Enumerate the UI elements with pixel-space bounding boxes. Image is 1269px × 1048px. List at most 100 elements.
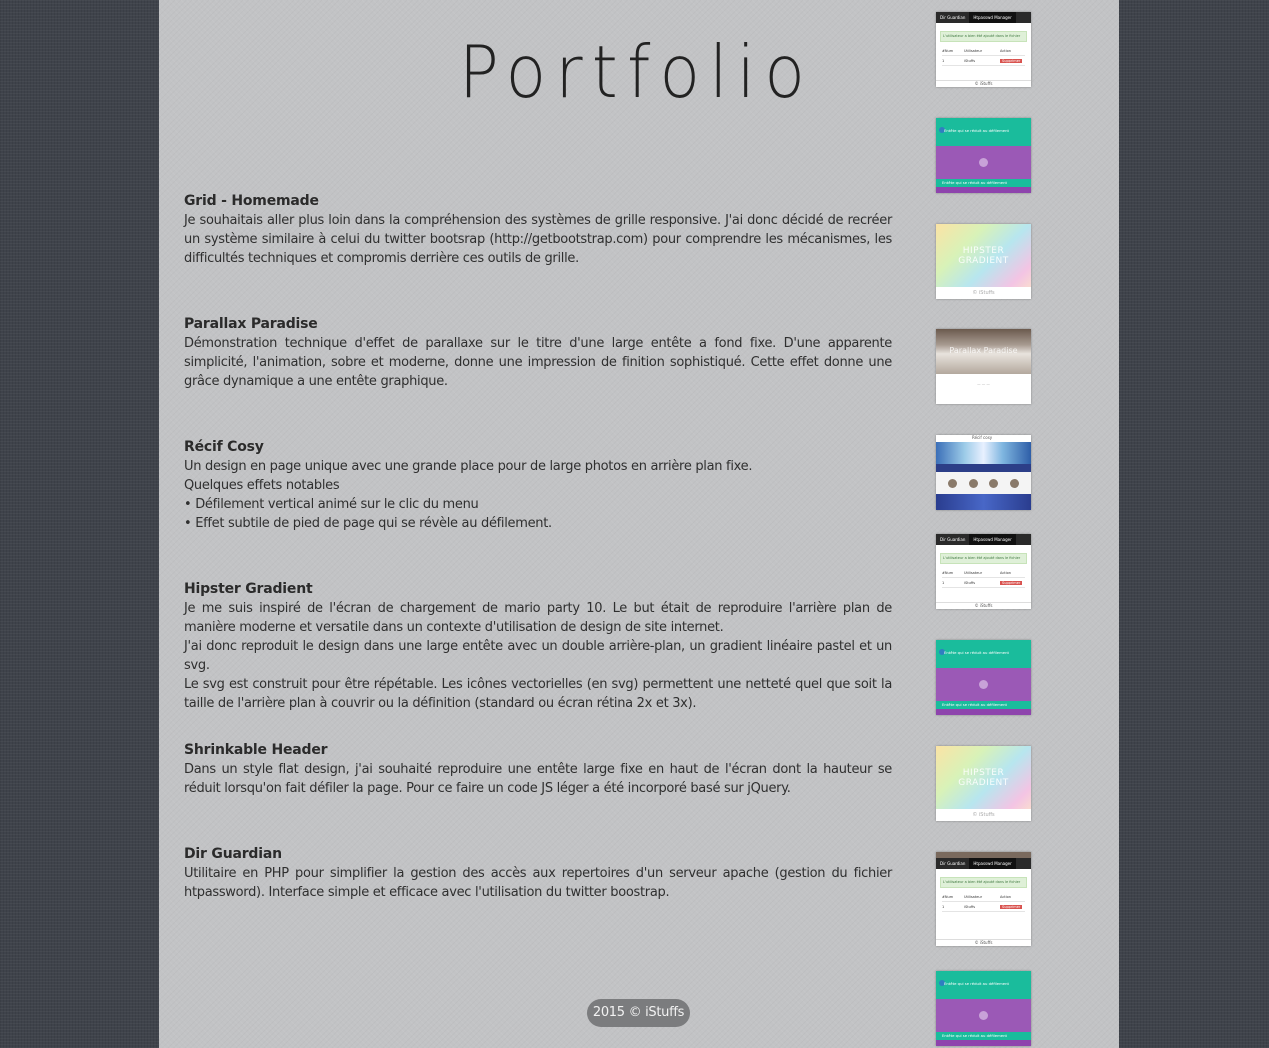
thumb-table-header: #Num Utilisateur Action (942, 892, 1025, 902)
thumb-col: Action (1000, 570, 1011, 575)
project-recif-cosy: Récif Cosy Un design en page unique avec… (184, 438, 892, 533)
thumb-alert: L'utilisateur a bien été ajouté dans le … (940, 31, 1027, 42)
thumbnail-dir-guardian[interactable]: Dir Guardian Htpasswd Manager L'utilisat… (936, 534, 1031, 609)
thumb-table-header: #Num Utilisateur Action (942, 46, 1025, 56)
thumb-cell: iStuffs (964, 58, 976, 63)
description-line: • Défilement vertical animé sur le clic … (184, 497, 479, 512)
thumbnail-dir-guardian[interactable]: Dir Guardian Htpasswd Manager L'utilisat… (936, 852, 1031, 946)
thumb-footer: © iStuffs (936, 939, 1031, 945)
project-description: Dans un style flat design, j'ai souhaité… (184, 760, 892, 798)
thumb-alert: L'utilisateur a bien été ajouté dans le … (940, 553, 1027, 564)
description-line: Je me suis inspiré de l'écran de chargem… (184, 601, 892, 635)
thumbnail-shrinkable-header[interactable]: Entête qui se réduit au défilement Entêt… (936, 971, 1031, 1046)
chevron-down-icon (979, 158, 988, 167)
project-description: Un design en page unique avec une grande… (184, 457, 892, 533)
thumb-nav-tab: Dir Guardian (940, 537, 966, 542)
description-line: Quelques effets notables (184, 478, 340, 493)
thumb-cell: 1 (942, 580, 945, 585)
thumb-band (936, 464, 1031, 472)
avatar (947, 478, 957, 488)
description-line: Démonstration technique d'effet de paral… (184, 336, 892, 389)
thumbnail-shrinkable-header[interactable]: Entête qui se réduit au défilement Entêt… (936, 640, 1031, 715)
avatar (989, 478, 999, 488)
thumb-cloud-header: Parallax Paradise (936, 329, 1031, 374)
thumb-navbar: Dir Guardian Htpasswd Manager (936, 858, 1031, 869)
thumb-bottom-bar: Entête qui se réduit au défilement (936, 1032, 1031, 1040)
description-line: Dans un style flat design, j'ai souhaité… (184, 762, 892, 796)
description-line: J'ai donc reproduit le design dans une l… (184, 639, 892, 673)
project-description: Je souhaitais aller plus loin dans la co… (184, 211, 892, 268)
thumb-delete-button: Supprimer (1000, 904, 1023, 909)
project-title: Dir Guardian (184, 846, 282, 862)
project-title: Hipster Gradient (184, 581, 313, 597)
thumb-col: Action (1000, 48, 1011, 53)
thumb-table-row: 1 iStuffs Supprimer (942, 902, 1025, 912)
thumb-col: Action (1000, 894, 1011, 899)
thumb-cell: 1 (942, 58, 945, 63)
project-parallax-paradise: Parallax Paradise Démonstration techniqu… (184, 315, 892, 391)
thumbnail-recif-cosy[interactable]: Récif cosy (936, 435, 1031, 510)
thumbnail-hipster-gradient[interactable]: HIPSTER GRADIENT © iStuffs (936, 746, 1031, 821)
thumb-header-bar: Entête qui se réduit au défilement (936, 971, 1031, 999)
thumbnail-dir-guardian[interactable]: Dir Guardian Htpasswd Manager L'utilisat… (936, 12, 1031, 87)
description-line: Utilitaire en PHP pour simplifier la ges… (184, 866, 892, 900)
thumb-bottom-strip (936, 1040, 1031, 1046)
thumb-col: #Num (942, 570, 954, 575)
thumb-table-row: 1 iStuffs Supprimer (942, 56, 1025, 66)
project-title: Parallax Paradise (184, 316, 318, 332)
thumb-nav-tab: Dir Guardian (940, 861, 966, 866)
description-line: Le svg est construit pour être répétable… (184, 677, 892, 711)
avatar (968, 478, 978, 488)
thumb-hipster-word: HIPSTER GRADIENT (958, 246, 1009, 266)
thumb-delete-button: Supprimer (1000, 58, 1023, 63)
thumb-footer: © iStuffs (936, 287, 1031, 299)
thumb-navbar: Dir Guardian Htpasswd Manager (936, 534, 1031, 545)
thumb-body: — — — (977, 382, 990, 386)
thumb-table-row: 1 iStuffs Supprimer (942, 578, 1025, 588)
thumbnail-parallax-paradise[interactable]: Parallax Paradise — — — (936, 329, 1031, 404)
project-title: Grid - Homemade (184, 193, 319, 209)
thumb-nav-tab: Htpasswd Manager (969, 12, 1016, 23)
thumb-col: Utilisateur (964, 48, 983, 53)
footer-copyright: 2015 © iStuffs (587, 999, 690, 1027)
project-grid-homemade: Grid - Homemade Je souhaitais aller plus… (184, 192, 892, 268)
thumb-footer: © iStuffs (936, 80, 1031, 86)
thumb-cell: 1 (942, 904, 945, 909)
thumb-cell: iStuffs (964, 580, 976, 585)
thumb-header-text: Entête qui se réduit au défilement (944, 128, 1010, 133)
thumb-bottom-bar: Entête qui se réduit au défilement (936, 179, 1031, 187)
thumb-nav-tab: Dir Guardian (940, 15, 966, 20)
project-title: Shrinkable Header (184, 742, 328, 758)
chevron-down-icon (979, 1011, 988, 1020)
thumbnail-shrinkable-header[interactable]: Entête qui se réduit au défilement Entêt… (936, 118, 1031, 193)
thumb-cell: iStuffs (964, 904, 976, 909)
thumb-footer: © iStuffs (936, 602, 1031, 608)
thumb-header: Récif cosy (936, 435, 1031, 442)
thumb-delete-button: Supprimer (1000, 580, 1023, 585)
project-dir-guardian: Dir Guardian Utilitaire en PHP pour simp… (184, 845, 892, 902)
avatar (1010, 478, 1020, 488)
description-line: Un design en page unique avec une grande… (184, 459, 753, 474)
project-shrinkable-header: Shrinkable Header Dans un style flat des… (184, 741, 892, 798)
project-description: Démonstration technique d'effet de paral… (184, 334, 892, 391)
thumb-nav-tab: Htpasswd Manager (969, 858, 1016, 869)
thumb-alert: L'utilisateur a bien été ajouté dans le … (940, 877, 1027, 888)
thumb-col: Utilisateur (964, 570, 983, 575)
thumbnail-hipster-gradient[interactable]: HIPSTER GRADIENT © iStuffs (936, 224, 1031, 299)
thumb-col: Utilisateur (964, 894, 983, 899)
thumb-header-bar: Entête qui se réduit au défilement (936, 118, 1031, 146)
thumb-people (936, 472, 1031, 494)
project-description: Utilitaire en PHP pour simplifier la ges… (184, 864, 892, 902)
project-hipster-gradient: Hipster Gradient Je me suis inspiré de l… (184, 580, 892, 713)
description-line: Je souhaitais aller plus loin dans la co… (184, 213, 892, 266)
thumb-col: #Num (942, 48, 954, 53)
thumb-table-header: #Num Utilisateur Action (942, 568, 1025, 578)
thumb-col: #Num (942, 894, 954, 899)
thumb-header-bar: Entête qui se réduit au défilement (936, 640, 1031, 668)
project-title: Récif Cosy (184, 439, 264, 455)
thumb-header-text: Entête qui se réduit au défilement (944, 650, 1010, 655)
thumb-band (936, 494, 1031, 510)
thumb-bottom-strip (936, 187, 1031, 193)
thumb-bottom-strip (936, 709, 1031, 715)
thumb-header-text: Entête qui se réduit au défilement (944, 981, 1010, 986)
